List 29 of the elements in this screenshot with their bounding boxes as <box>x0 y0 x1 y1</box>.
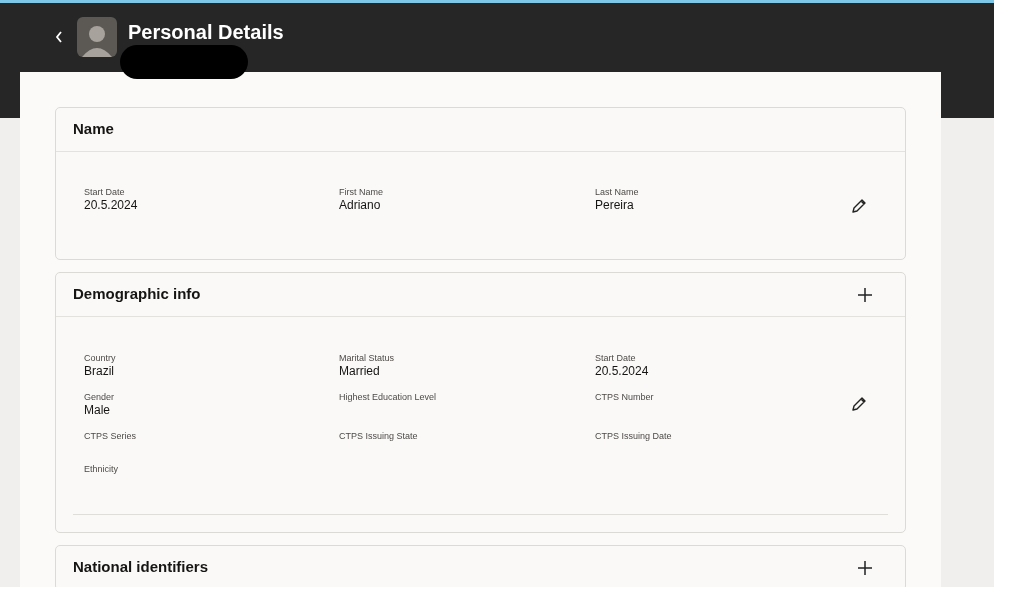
field-value: Adriano <box>339 198 382 213</box>
field-label: Marital Status <box>339 353 396 364</box>
field-label: Start Date <box>84 187 126 198</box>
field-label: Gender <box>84 392 116 403</box>
section-title: National identifiers <box>73 557 209 578</box>
field-label: Last Name <box>595 187 640 198</box>
field-label: Ethnicity <box>84 464 119 475</box>
section-title: Demographic info <box>73 284 201 305</box>
field-value: Married <box>339 364 381 379</box>
add-button[interactable] <box>856 558 874 577</box>
field-label: CTPS Series <box>84 431 137 442</box>
field-value: Brazil <box>84 364 115 379</box>
field-label: CTPS Number <box>595 392 655 403</box>
field-label: CTPS Issuing Date <box>595 431 673 442</box>
add-button[interactable] <box>856 285 874 304</box>
field-label: First Name <box>339 187 384 198</box>
field-value: Pereira <box>595 198 635 213</box>
edit-button[interactable] <box>850 395 868 413</box>
field-label: CTPS Issuing State <box>339 431 419 442</box>
field-value: 20.5.2024 <box>84 198 139 213</box>
chevron-icon[interactable] <box>55 31 63 43</box>
field-label: Country <box>84 353 117 364</box>
field-label: Highest Education Level <box>339 392 438 403</box>
section-title: Name <box>73 119 114 140</box>
field-value: Male <box>84 403 111 418</box>
field-label: Start Date <box>595 353 637 364</box>
field-value: 20.5.2024 <box>595 364 650 379</box>
page-title: Personal Details <box>128 20 284 45</box>
avatar-placeholder <box>77 17 117 57</box>
